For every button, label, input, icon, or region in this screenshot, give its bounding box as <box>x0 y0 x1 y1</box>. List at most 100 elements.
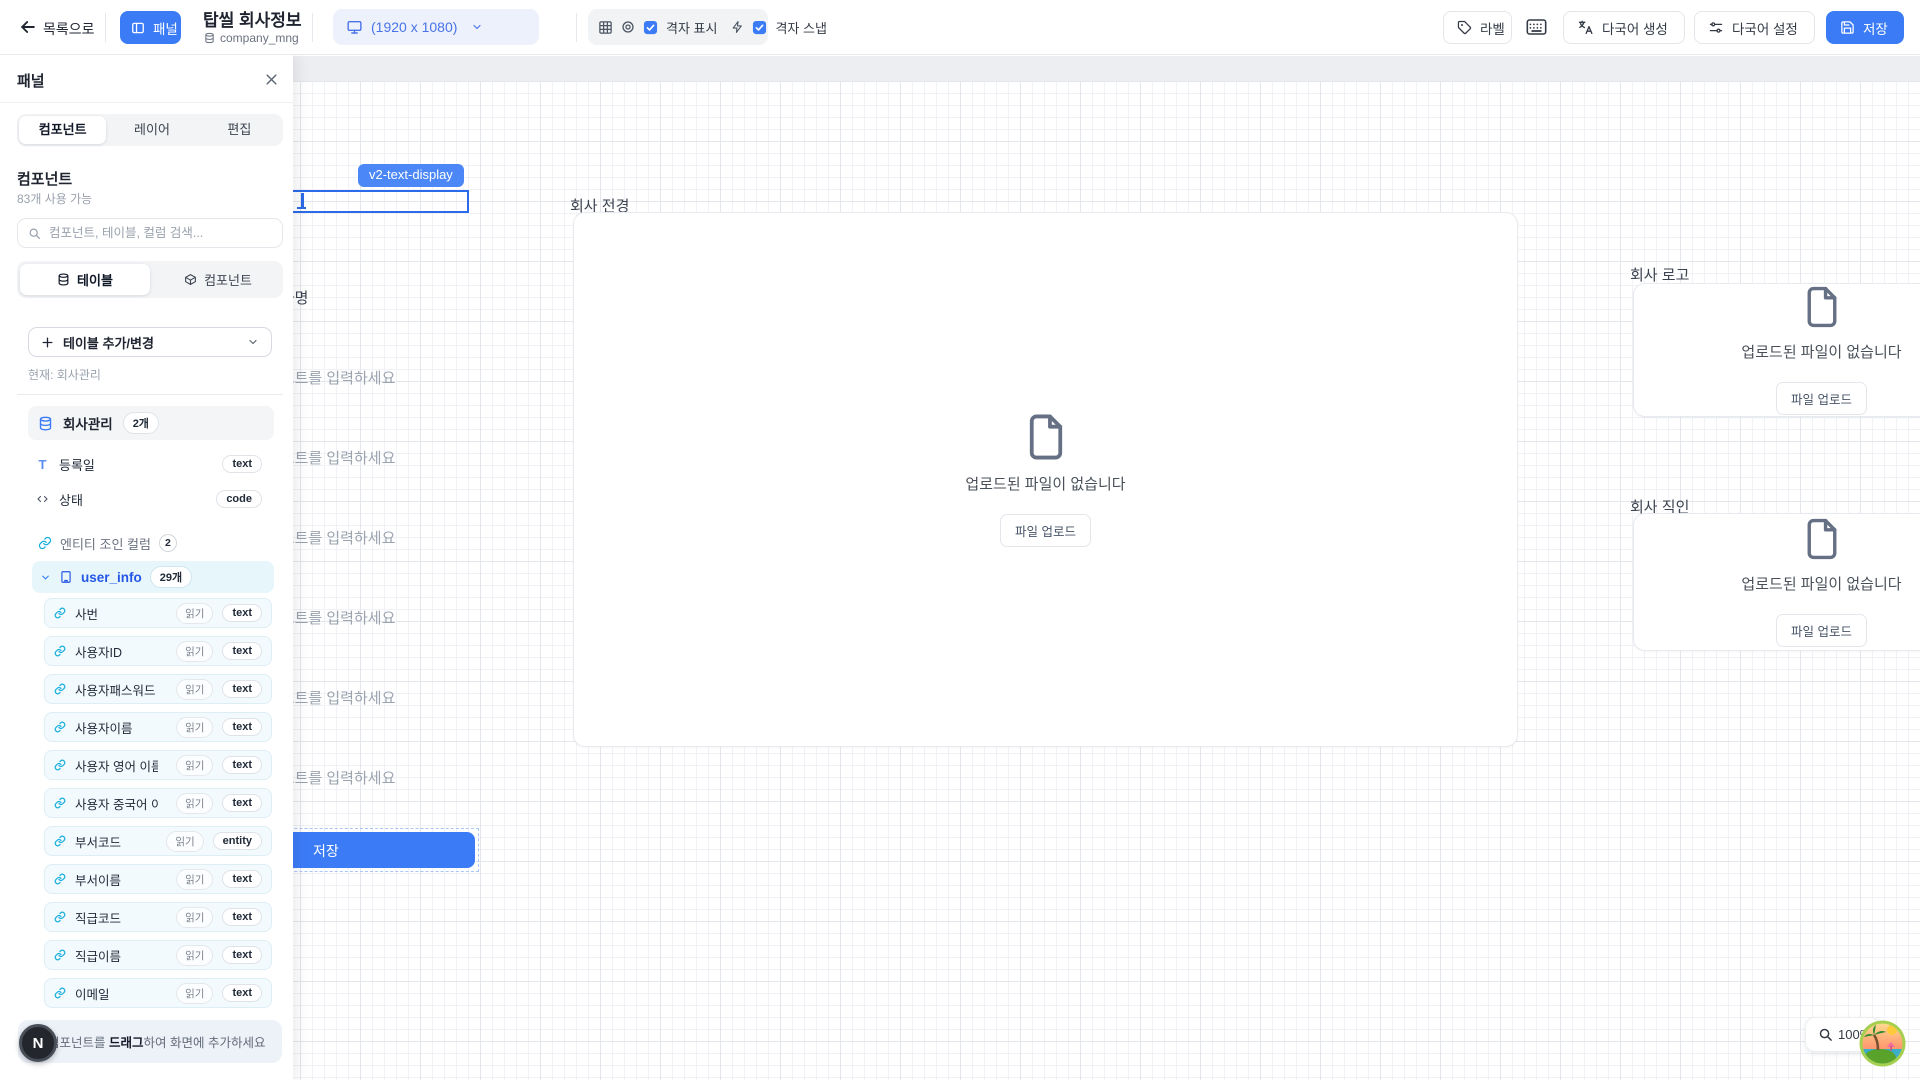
tab-component[interactable]: 컴포넌트 <box>19 116 106 144</box>
component-search[interactable] <box>17 218 283 248</box>
join-column-row[interactable]: 사용자패스워드 읽기 text <box>44 674 272 704</box>
file-upload-button[interactable]: 파일 업로드 <box>1776 382 1867 415</box>
bound-table-name: company_mng <box>220 31 299 45</box>
type-badge: text <box>222 946 262 964</box>
join-column-row[interactable]: 사용자 영어 이름 읽기 text <box>44 750 272 780</box>
resolution-selector[interactable]: (1920 x 1080) <box>333 9 539 45</box>
chevron-down-icon <box>247 336 259 348</box>
back-arrow-icon[interactable] <box>18 17 38 37</box>
entity-join-count: 2 <box>159 534 177 552</box>
island-theme-badge[interactable] <box>1858 1020 1907 1067</box>
type-badge: text <box>222 642 262 660</box>
column-row[interactable]: 상태 code <box>36 487 274 511</box>
join-column-name: 직급이름 <box>75 946 121 965</box>
back-to-list-button[interactable]: 목록으로 <box>43 19 95 39</box>
toggle-component[interactable]: 컴포넌트 <box>153 264 283 295</box>
chevron-down-icon <box>40 572 51 583</box>
link-icon <box>54 949 66 961</box>
text-cursor-underline <box>297 207 306 209</box>
join-column-row[interactable]: 부서코드 읽기 entity <box>44 826 272 856</box>
link-icon <box>54 721 66 733</box>
join-column-row[interactable]: 사번 읽기 text <box>44 598 272 628</box>
seal-upload-card[interactable]: 업로드된 파일이 없습니다 파일 업로드 <box>1633 513 1920 651</box>
readonly-badge: 읽기 <box>176 793 213 814</box>
link-icon <box>54 607 66 619</box>
grid-show-checkbox[interactable] <box>643 20 658 35</box>
building-icon <box>59 570 73 584</box>
join-column-name: 사번 <box>75 604 98 623</box>
save-button[interactable]: 저장 <box>1826 11 1904 44</box>
selected-text-display[interactable] <box>280 190 469 213</box>
components-heading: 컴포넌트 <box>17 168 72 189</box>
canvas-save-label: 저장 <box>313 841 339 861</box>
readonly-badge: 읽기 <box>176 641 213 662</box>
text-type-icon: T <box>36 457 49 472</box>
column-count-badge: 2개 <box>123 412 159 434</box>
save-button-label: 저장 <box>1863 18 1888 38</box>
join-column-name: 직급코드 <box>75 908 121 927</box>
chevron-down-icon <box>471 21 483 33</box>
i18n-settings-button[interactable]: 다국어 설정 <box>1694 11 1815 44</box>
box-icon <box>184 273 197 286</box>
table-row-company[interactable]: 회사관리 2개 <box>28 406 274 440</box>
save-icon <box>1840 20 1855 35</box>
join-column-row[interactable]: 이메일 읽기 text <box>44 978 272 1008</box>
panorama-upload-card[interactable]: 업로드된 파일이 없습니다 파일 업로드 <box>573 212 1518 747</box>
join-column-row[interactable]: 직급코드 읽기 text <box>44 902 272 932</box>
file-upload-button[interactable]: 파일 업로드 <box>1000 514 1091 547</box>
monitor-icon <box>346 19 363 35</box>
component-panel: 패널 컴포넌트 레이어 편집 컴포넌트 83개 사용 가능 테이블 컴포넌트 <box>0 55 293 1080</box>
lightning-icon <box>731 20 744 34</box>
page-title: 탑씰 회사정보 <box>203 6 302 31</box>
join-column-row[interactable]: 사용자ID 읽기 text <box>44 636 272 666</box>
components-available-count: 83개 사용 가능 <box>17 190 92 207</box>
tab-edit[interactable]: 편집 <box>196 116 283 144</box>
column-name: 상태 <box>59 490 83 509</box>
type-badge: text <box>222 455 262 473</box>
join-table-user-info[interactable]: user_info 29개 <box>32 561 274 593</box>
i18n-generate-button[interactable]: 다국어 생성 <box>1563 11 1685 44</box>
join-column-name: 사용자 중국어 이름 <box>75 794 158 813</box>
type-badge: text <box>222 908 262 926</box>
close-icon[interactable] <box>261 69 281 89</box>
readonly-badge: 읽기 <box>176 603 213 624</box>
toggle-table[interactable]: 테이블 <box>20 264 150 295</box>
join-column-name: 사용자이름 <box>75 718 133 737</box>
link-icon <box>54 835 66 847</box>
type-badge: text <box>222 870 262 888</box>
plus-icon <box>41 336 54 349</box>
text-cursor <box>301 193 304 207</box>
logo-label: 회사 로고 <box>1630 264 1689 285</box>
add-table-dropdown[interactable]: 테이블 추가/변경 <box>28 327 272 357</box>
file-icon <box>1027 413 1065 461</box>
column-row[interactable]: T 등록일 text <box>36 452 274 476</box>
type-badge: text <box>222 984 262 1002</box>
link-icon <box>54 645 66 657</box>
visibility-target-icon[interactable] <box>621 20 635 34</box>
selected-component-tooltip: v2-text-display <box>358 164 464 187</box>
translate-icon <box>1577 20 1594 36</box>
join-column-row[interactable]: 사용자이름 읽기 text <box>44 712 272 742</box>
panel-toggle-button[interactable]: 패널 <box>120 11 181 44</box>
type-badge: text <box>222 680 262 698</box>
join-column-row[interactable]: 사용자 중국어 이름 읽기 text <box>44 788 272 818</box>
join-column-name: 부서코드 <box>75 832 121 851</box>
join-column-row[interactable]: 직급이름 읽기 text <box>44 940 272 970</box>
panel-toggle-label: 패널 <box>153 18 178 38</box>
divider <box>576 13 577 42</box>
readonly-badge: 읽기 <box>176 717 213 738</box>
divider <box>17 394 283 395</box>
no-file-text: 업로드된 파일이 없습니다 <box>1741 573 1901 594</box>
label-button[interactable]: 라벨 <box>1443 11 1512 44</box>
join-column-row[interactable]: 부서이름 읽기 text <box>44 864 272 894</box>
grid-snap-checkbox[interactable] <box>752 20 767 35</box>
link-icon <box>54 873 66 885</box>
tab-layer[interactable]: 레이어 <box>108 116 195 144</box>
logo-upload-card[interactable]: 업로드된 파일이 없습니다 파일 업로드 <box>1633 283 1920 417</box>
magnifier-icon <box>1818 1027 1833 1042</box>
file-upload-button[interactable]: 파일 업로드 <box>1776 614 1867 647</box>
type-badge: text <box>222 604 262 622</box>
search-input[interactable] <box>49 226 272 240</box>
readonly-badge: 읽기 <box>176 983 213 1004</box>
keyboard-icon[interactable] <box>1526 18 1547 36</box>
